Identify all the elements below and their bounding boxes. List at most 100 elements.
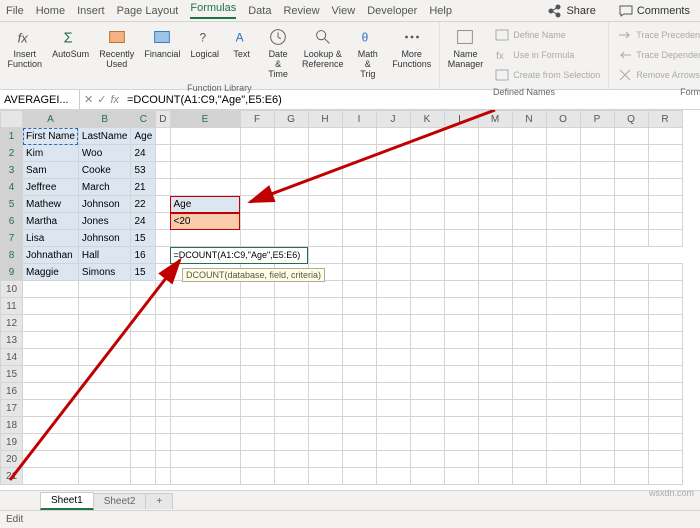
cell[interactable]: Cooke <box>78 162 131 179</box>
cell[interactable]: Woo <box>78 145 131 162</box>
tab-pagelayout[interactable]: Page Layout <box>117 5 179 17</box>
financial-button[interactable]: Financial <box>141 24 184 62</box>
row-header[interactable]: 9 <box>1 264 23 281</box>
more-functions-button[interactable]: More Functions <box>389 24 435 72</box>
row-header[interactable]: 10 <box>1 281 23 298</box>
row-header[interactable]: 13 <box>1 332 23 349</box>
cell[interactable]: Sam <box>23 162 79 179</box>
row-header[interactable]: 21 <box>1 468 23 485</box>
row-header[interactable]: 2 <box>1 145 23 162</box>
name-box[interactable]: AVERAGEI... <box>0 90 80 109</box>
cell[interactable]: Simons <box>78 264 131 281</box>
comments-button[interactable]: Comments <box>618 3 690 19</box>
cell[interactable]: 21 <box>131 179 156 196</box>
trace-dependents-button[interactable]: Trace Dependents <box>615 46 700 64</box>
cell[interactable]: 53 <box>131 162 156 179</box>
formula-edit-cell[interactable]: =DCOUNT(A1:C9,"Age",E5:E6) <box>170 247 308 264</box>
col-header[interactable]: E <box>170 111 240 128</box>
remove-arrows-button[interactable]: Remove Arrows <box>615 66 700 84</box>
tab-data[interactable]: Data <box>248 5 271 17</box>
row-header[interactable]: 17 <box>1 400 23 417</box>
cell[interactable]: Hall <box>78 247 131 264</box>
col-header[interactable]: F <box>240 111 274 128</box>
row-header[interactable]: 6 <box>1 213 23 230</box>
col-header[interactable]: I <box>342 111 376 128</box>
tab-help[interactable]: Help <box>429 5 452 17</box>
add-sheet-button[interactable]: + <box>145 493 173 509</box>
col-header[interactable]: Q <box>614 111 648 128</box>
criteria-value-cell[interactable]: <20 <box>170 213 240 230</box>
sheet-tab-2[interactable]: Sheet2 <box>93 493 147 509</box>
row-header[interactable]: 8 <box>1 247 23 264</box>
formula-bar-input[interactable]: =DCOUNT(A1:C9,"Age",E5:E6) <box>123 94 700 106</box>
cell[interactable]: Jones <box>78 213 131 230</box>
cell[interactable]: Maggie <box>23 264 79 281</box>
cell[interactable]: First Name <box>23 128 79 145</box>
col-header[interactable]: D <box>156 111 170 128</box>
cell[interactable]: Lisa <box>23 230 79 247</box>
cell[interactable]: Johnson <box>78 196 131 213</box>
cell[interactable]: Kim <box>23 145 79 162</box>
cell[interactable]: Age <box>131 128 156 145</box>
tab-review[interactable]: Review <box>283 5 319 17</box>
col-header[interactable]: O <box>546 111 580 128</box>
criteria-header-cell[interactable]: Age <box>170 196 240 213</box>
row-header[interactable]: 7 <box>1 230 23 247</box>
trace-precedents-button[interactable]: Trace Precedents <box>615 26 700 44</box>
create-from-selection-button[interactable]: Create from Selection <box>492 66 602 84</box>
text-button[interactable]: AText <box>226 24 258 62</box>
row-header[interactable]: 16 <box>1 383 23 400</box>
use-in-formula-button[interactable]: fxUse in Formula <box>492 46 602 64</box>
row-header[interactable]: 4 <box>1 179 23 196</box>
col-header[interactable]: M <box>478 111 512 128</box>
cell[interactable]: 22 <box>131 196 156 213</box>
insert-function-button[interactable]: fxInsert Function <box>4 24 46 72</box>
cell[interactable]: Johnson <box>78 230 131 247</box>
autosum-button[interactable]: ΣAutoSum <box>49 24 93 62</box>
col-header[interactable]: B <box>78 111 131 128</box>
cell[interactable]: Martha <box>23 213 79 230</box>
row-header[interactable]: 1 <box>1 128 23 145</box>
cell[interactable]: 24 <box>131 213 156 230</box>
cell[interactable]: 16 <box>131 247 156 264</box>
col-header[interactable]: R <box>648 111 682 128</box>
col-header[interactable]: C <box>131 111 156 128</box>
mathtrig-button[interactable]: θMath & Trig <box>350 24 386 82</box>
row-header[interactable]: 20 <box>1 451 23 468</box>
cell[interactable]: 24 <box>131 145 156 162</box>
define-name-button[interactable]: Define Name <box>492 26 602 44</box>
cell[interactable]: Johnathan <box>23 247 79 264</box>
cancel-formula-icon[interactable]: ✕ <box>84 93 93 106</box>
tab-home[interactable]: Home <box>36 5 65 17</box>
logical-button[interactable]: ?Logical <box>187 24 223 62</box>
cell[interactable]: Jeffree <box>23 179 79 196</box>
col-header[interactable]: A <box>23 111 79 128</box>
sheet-tab-1[interactable]: Sheet1 <box>40 492 94 510</box>
row-header[interactable]: 5 <box>1 196 23 213</box>
cell[interactable]: March <box>78 179 131 196</box>
cell[interactable]: 15 <box>131 230 156 247</box>
col-header[interactable]: N <box>512 111 546 128</box>
col-header[interactable]: H <box>308 111 342 128</box>
row-header[interactable]: 18 <box>1 417 23 434</box>
tab-developer[interactable]: Developer <box>367 5 417 17</box>
tab-insert[interactable]: Insert <box>77 5 105 17</box>
row-header[interactable]: 14 <box>1 349 23 366</box>
select-all-corner[interactable] <box>1 111 23 128</box>
tab-file[interactable]: File <box>6 5 24 17</box>
row-header[interactable]: 15 <box>1 366 23 383</box>
row-header[interactable]: 12 <box>1 315 23 332</box>
col-header[interactable]: J <box>376 111 410 128</box>
lookup-button[interactable]: Lookup & Reference <box>298 24 346 72</box>
row-header[interactable]: 11 <box>1 298 23 315</box>
row-header[interactable]: 3 <box>1 162 23 179</box>
cell[interactable]: LastName <box>78 128 131 145</box>
fx-icon[interactable]: fx <box>110 94 119 106</box>
recently-used-button[interactable]: Recently Used <box>96 24 138 72</box>
spreadsheet-grid[interactable]: A B C D E F G H I J K L M N O P Q R 1Fir… <box>0 110 683 485</box>
row-header[interactable]: 19 <box>1 434 23 451</box>
tab-formulas[interactable]: Formulas <box>190 2 236 19</box>
col-header[interactable]: K <box>410 111 444 128</box>
tab-view[interactable]: View <box>332 5 356 17</box>
share-button[interactable]: Share <box>547 3 595 19</box>
